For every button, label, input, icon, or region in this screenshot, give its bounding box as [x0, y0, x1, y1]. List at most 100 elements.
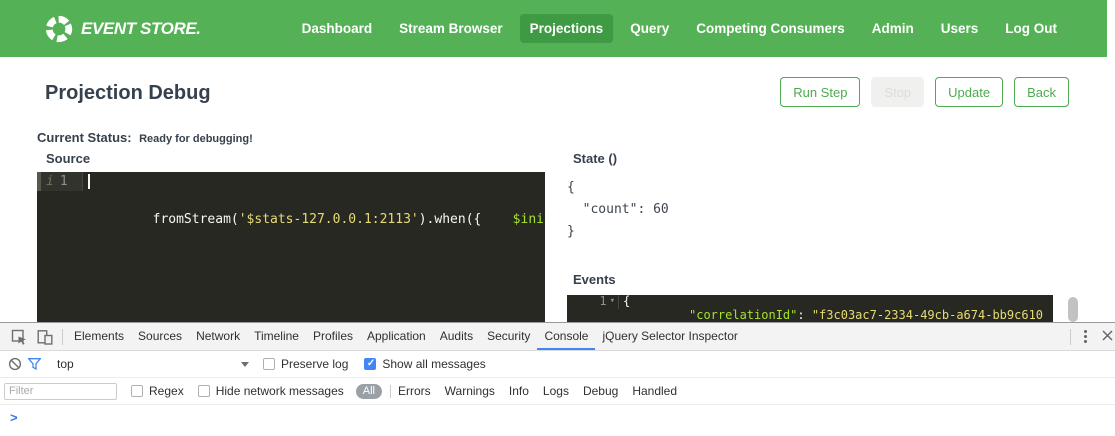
code-token: "correlationId" — [689, 308, 797, 322]
nav-item-users[interactable]: Users — [931, 14, 989, 43]
filter-level-warnings[interactable]: Warnings — [445, 384, 495, 398]
regex-checkbox[interactable]: Regex — [131, 384, 184, 398]
devtools-window-controls — [1066, 329, 1115, 345]
line-number: 1 — [60, 172, 68, 191]
checkbox-label: Regex — [149, 384, 184, 398]
devtools-tabbar: Elements Sources Network Timeline Profil… — [0, 323, 1115, 351]
source-gutter[interactable]: i 1 — [37, 172, 83, 191]
nav-items: Dashboard Stream Browser Projections Que… — [285, 14, 1107, 43]
stop-button[interactable]: Stop — [871, 77, 924, 107]
checkbox[interactable] — [263, 358, 275, 370]
checkbox-label: Show all messages — [382, 357, 485, 371]
nav-item-admin[interactable]: Admin — [862, 14, 924, 43]
text-caret — [88, 174, 90, 189]
filter-level-errors[interactable]: Errors — [398, 384, 431, 398]
chevron-down-icon — [241, 362, 249, 367]
divider — [1070, 329, 1071, 345]
tab-profiles[interactable]: Profiles — [306, 323, 360, 350]
kebab-menu-icon[interactable] — [1075, 330, 1096, 343]
devtools-panel: Elements Sources Network Timeline Profil… — [0, 322, 1115, 436]
tab-audits[interactable]: Audits — [433, 323, 480, 350]
checkbox-label: Hide network messages — [216, 384, 344, 398]
filter-level-debug[interactable]: Debug — [583, 384, 618, 398]
console-filter-bar: Regex Hide network messages All Errors W… — [0, 378, 1115, 405]
checkbox[interactable] — [198, 385, 210, 397]
close-icon[interactable] — [1096, 330, 1115, 344]
tab-elements[interactable]: Elements — [67, 323, 131, 350]
run-step-button[interactable]: Run Step — [780, 77, 860, 107]
code-token: fromStream( — [153, 212, 239, 227]
tab-network[interactable]: Network — [189, 323, 247, 350]
nav-item-logout[interactable]: Log Out — [995, 14, 1067, 43]
code-token — [481, 212, 512, 227]
hide-network-messages-checkbox[interactable]: Hide network messages — [198, 384, 344, 398]
source-code-line: fromStream('$stats-127.0.0.1:2113').when… — [83, 172, 545, 191]
page-title: Projection Debug — [45, 82, 211, 105]
nav-item-projections[interactable]: Projections — [520, 14, 614, 43]
state-json-output: { "count": 60 } — [567, 177, 669, 243]
tab-application[interactable]: Application — [360, 323, 433, 350]
code-token: $init: — [513, 212, 545, 227]
events-line-1: 1 ▾ { — [567, 295, 1053, 309]
filter-level-handled[interactable]: Handled — [632, 384, 677, 398]
events-scrollbar-thumb[interactable] — [1068, 297, 1078, 322]
tab-jquery-selector-inspector[interactable]: jQuery Selector Inspector — [595, 323, 744, 350]
source-label: Source — [46, 151, 90, 166]
clear-console-icon[interactable] — [8, 357, 22, 371]
tab-sources[interactable]: Sources — [131, 323, 189, 350]
source-line-1: i 1 fromStream('$stats-127.0.0.1:2113').… — [37, 172, 545, 191]
preserve-log-checkbox[interactable]: Preserve log — [263, 357, 348, 371]
current-status: Current Status: Ready for debugging! — [37, 129, 253, 147]
execution-context-selector[interactable]: top — [57, 357, 249, 371]
filter-input[interactable] — [4, 383, 117, 400]
tab-timeline[interactable]: Timeline — [247, 323, 306, 350]
nav-item-query[interactable]: Query — [620, 14, 679, 43]
events-code-editor[interactable]: 1 ▾ { "correlationId": "f3c03ac7-2334-49… — [567, 295, 1053, 322]
show-all-messages-checkbox[interactable]: Show all messages — [364, 357, 485, 371]
filter-level-all[interactable]: All — [356, 384, 382, 399]
filter-level-info[interactable]: Info — [509, 384, 529, 398]
checkbox-label: Preserve log — [281, 357, 348, 371]
annotation-icon: i — [46, 172, 54, 191]
brand-title: EVENT STORE. — [81, 19, 201, 39]
inspect-element-icon[interactable] — [6, 326, 32, 348]
state-json-line: } — [567, 221, 669, 243]
divider — [390, 385, 391, 398]
filter-icon[interactable] — [28, 358, 41, 370]
device-toolbar-icon[interactable] — [32, 326, 58, 348]
action-buttons: Run Step Stop Update Back — [780, 77, 1069, 107]
tab-security[interactable]: Security — [480, 323, 537, 350]
state-json-line: { — [567, 177, 669, 199]
nav-item-stream-browser[interactable]: Stream Browser — [389, 14, 513, 43]
top-navbar: EVENT STORE. Dashboard Stream Browser Pr… — [0, 0, 1107, 57]
brand[interactable]: EVENT STORE. — [44, 14, 201, 44]
source-code-editor[interactable]: i 1 fromStream('$stats-127.0.0.1:2113').… — [37, 172, 545, 322]
context-value: top — [57, 357, 74, 371]
nav-item-dashboard[interactable]: Dashboard — [292, 14, 383, 43]
console-prompt[interactable]: > — [0, 405, 1115, 436]
tab-console[interactable]: Console — [537, 323, 595, 350]
line-number: 1 — [599, 295, 606, 309]
divider — [62, 329, 63, 345]
events-label: Events — [573, 272, 616, 287]
events-line-2: "correlationId": "f3c03ac7-2334-49cb-a67… — [567, 309, 1053, 323]
filter-level-logs[interactable]: Logs — [543, 384, 569, 398]
fold-arrow-icon[interactable]: ▾ — [610, 295, 615, 309]
state-label: State () — [573, 151, 617, 166]
checkbox[interactable] — [131, 385, 143, 397]
nav-item-competing-consumers[interactable]: Competing Consumers — [686, 14, 855, 43]
events-code-line: { — [619, 295, 630, 309]
prompt-chevron-icon: > — [10, 410, 18, 425]
events-gutter[interactable]: 1 ▾ — [567, 295, 619, 309]
events-code-line: "correlationId": "f3c03ac7-2334-49cb-a67… — [619, 309, 1043, 323]
code-token: '$stats-127.0.0.1:2113' — [239, 212, 419, 227]
back-button[interactable]: Back — [1014, 77, 1069, 107]
eventstore-logo-icon — [44, 14, 74, 44]
projection-debug-page: Projection Debug Run Step Stop Update Ba… — [0, 57, 1115, 322]
state-json-line: "count": 60 — [567, 199, 669, 221]
update-button[interactable]: Update — [935, 77, 1003, 107]
code-token: ).when({ — [419, 212, 482, 227]
checkbox-checked[interactable] — [364, 358, 376, 370]
status-value: Ready for debugging! — [139, 133, 253, 145]
status-label: Current Status: — [37, 130, 132, 145]
